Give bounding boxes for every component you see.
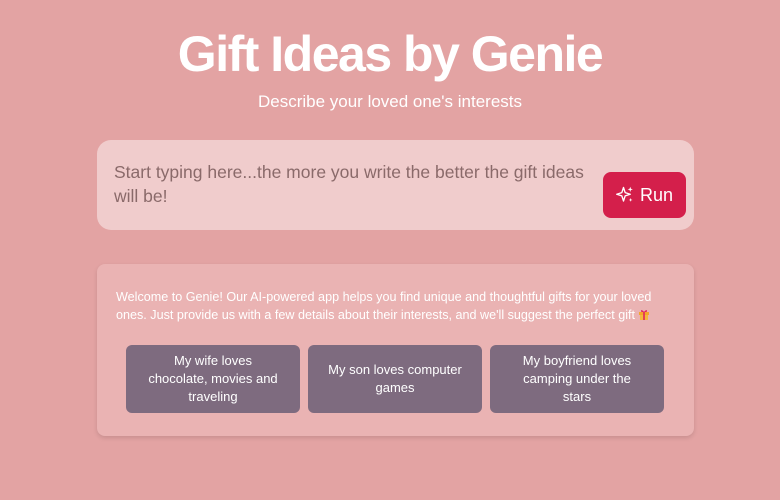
interests-input[interactable]: [114, 160, 584, 212]
suggestion-button[interactable]: My son loves computer games: [308, 345, 482, 413]
suggestion-button[interactable]: My wife loves chocolate, movies and trav…: [126, 345, 300, 413]
page-subtitle: Describe your loved one's interests: [257, 92, 523, 111]
run-button[interactable]: Run: [603, 172, 686, 218]
run-button-label: Run: [639, 184, 674, 205]
page-title: Gift Ideas by Genie: [177, 26, 604, 82]
sparkles-icon: [616, 186, 634, 204]
welcome-message: Welcome to Genie! Our AI-powered app hel…: [116, 288, 681, 324]
welcome-message-text: Welcome to Genie! Our AI-powered app hel…: [116, 290, 652, 322]
suggestion-list: My wife loves chocolate, movies and trav…: [126, 345, 664, 413]
app-page: Gift Ideas by Genie Describe your loved …: [0, 0, 780, 500]
suggestion-button[interactable]: My boyfriend loves camping under the sta…: [490, 345, 664, 413]
gift-icon: [638, 307, 650, 320]
welcome-card: Welcome to Genie! Our AI-powered app hel…: [97, 264, 694, 436]
prompt-card: Run: [97, 140, 694, 230]
